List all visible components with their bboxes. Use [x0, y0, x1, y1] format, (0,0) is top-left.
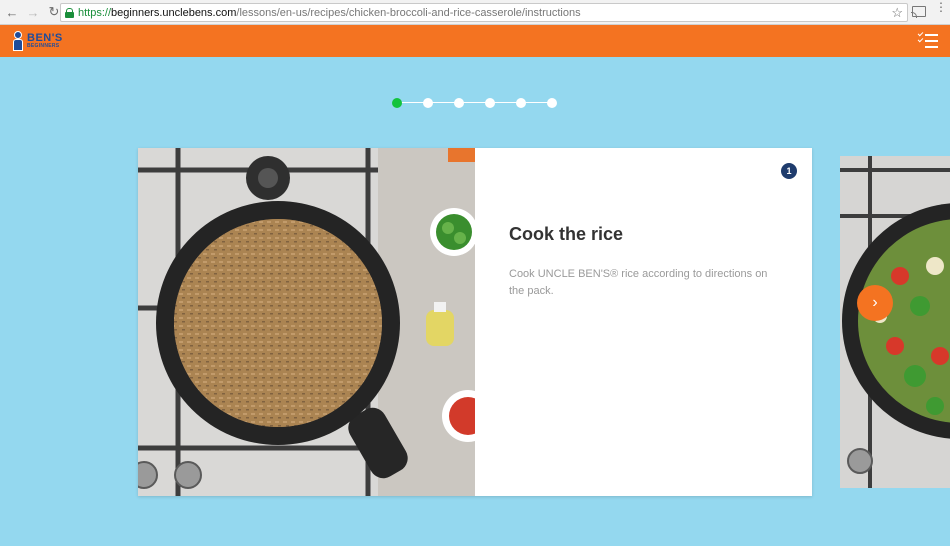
- step-dot-1[interactable]: [392, 98, 402, 108]
- browser-toolbar: ← → ↻ https://beginners.unclebens.com/le…: [0, 0, 950, 25]
- site-header: BEN'S BEGINNERS: [0, 25, 950, 57]
- arrow-right-icon[interactable]: →: [24, 3, 42, 21]
- step-dot-4[interactable]: [485, 98, 495, 108]
- step-content: 1 Cook the rice Cook UNCLE BEN'S® rice a…: [475, 148, 812, 496]
- url-path: /lessons/en-us/recipes/chicken-broccoli-…: [236, 6, 581, 19]
- step-progress: [392, 97, 562, 109]
- step-dot-2[interactable]: [423, 98, 433, 108]
- step-dot-3[interactable]: [454, 98, 464, 108]
- step-title: Cook the rice: [509, 224, 624, 244]
- progress-line: [397, 102, 555, 103]
- lock-icon: [65, 7, 74, 18]
- logo-figure-icon: [12, 31, 24, 51]
- step-dot-5[interactable]: [516, 98, 526, 108]
- checklist-icon[interactable]: [917, 30, 938, 50]
- step-card: 1 Cook the rice Cook UNCLE BEN'S® rice a…: [138, 148, 812, 496]
- step-number-badge: 1: [781, 163, 797, 179]
- chevron-right-icon: ›: [872, 294, 878, 311]
- star-icon[interactable]: ☆: [891, 5, 903, 21]
- url-scheme: https://: [78, 6, 112, 19]
- brand-logo[interactable]: BEN'S BEGINNERS: [12, 29, 63, 53]
- step-dot-6[interactable]: [547, 98, 557, 108]
- logo-text: BEN'S BEGINNERS: [27, 33, 63, 49]
- more-vertical-icon[interactable]: ⋮: [935, 1, 947, 13]
- vegetables-skillet-illustration: [840, 156, 950, 488]
- cast-icon[interactable]: [911, 6, 926, 18]
- step-image: [138, 148, 475, 496]
- url-host: beginners.unclebens.com: [111, 6, 237, 19]
- next-step-button[interactable]: ›: [857, 285, 893, 321]
- next-step-card[interactable]: [840, 156, 950, 488]
- logo-sub-text: BEGINNERS: [27, 43, 60, 49]
- step-description: Cook UNCLE BEN'S® rice according to dire…: [509, 268, 768, 297]
- address-bar[interactable]: https://beginners.unclebens.com/lessons/…: [60, 3, 908, 22]
- rice-skillet-illustration: [138, 148, 475, 496]
- arrow-left-icon[interactable]: ←: [3, 3, 21, 21]
